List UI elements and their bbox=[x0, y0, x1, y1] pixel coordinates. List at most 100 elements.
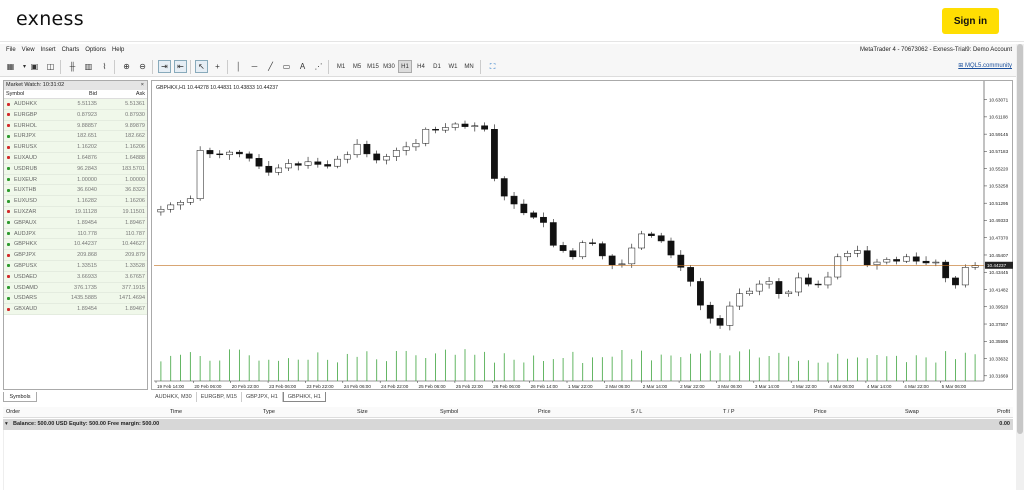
chart-tab[interactable]: GBPHKX, H1 bbox=[282, 392, 326, 402]
zoom-in-icon[interactable]: ⊕ bbox=[120, 60, 133, 73]
fibonacci-icon[interactable]: ⋰ bbox=[312, 60, 325, 73]
chart-tab[interactable]: AUDHKX, M30 bbox=[151, 392, 197, 402]
col-ask[interactable]: Ask bbox=[136, 90, 145, 99]
col-tp[interactable]: T / P bbox=[723, 407, 735, 418]
market-watch-row[interactable]: USDRUB 96.2843 183.5701 bbox=[4, 163, 147, 175]
market-watch-row[interactable]: EURJPX 182.651 182.662 bbox=[4, 131, 147, 143]
market-watch-row[interactable]: EUXAUD 1.64876 1.64888 bbox=[4, 152, 147, 164]
page-scrollbar[interactable] bbox=[1016, 44, 1024, 490]
menu-options[interactable]: Options bbox=[85, 44, 106, 57]
menu-insert[interactable]: Insert bbox=[41, 44, 56, 57]
row-ask: 0.87930 bbox=[125, 111, 145, 118]
market-watch-row[interactable]: EURUSX 1.16202 1.16206 bbox=[4, 142, 147, 153]
market-watch-row[interactable]: AUDJPX 110.778 110.787 bbox=[4, 228, 147, 240]
x-tick-label: 3 Mar 14:00 bbox=[755, 384, 780, 389]
text-icon[interactable]: A bbox=[296, 60, 309, 73]
fullscreen-icon[interactable]: ⛶ bbox=[486, 60, 499, 73]
menu-help[interactable]: Help bbox=[112, 44, 124, 57]
tf-m15[interactable]: M15 bbox=[366, 60, 380, 73]
market-watch-row[interactable]: AUDHKX 5.51135 5.51361 bbox=[4, 99, 147, 110]
market-watch-row[interactable]: GBPJPX 209.868 209.879 bbox=[4, 250, 147, 261]
tf-d1[interactable]: D1 bbox=[430, 60, 444, 73]
toolbar: ▦ ▾ ▣ ◫ ╫ ▥ ⌇ ⊕ ⊖ ⇥ ⇤ ↖ + │ ─ ╱ ▭ A ⋰ M1… bbox=[0, 57, 1016, 77]
col-swap[interactable]: Swap bbox=[905, 407, 919, 418]
col-order[interactable]: Order bbox=[6, 407, 20, 418]
tab-symbols[interactable]: Symbols bbox=[3, 392, 37, 402]
col-profit[interactable]: Profit bbox=[997, 407, 1010, 418]
tf-m30[interactable]: M30 bbox=[382, 60, 396, 73]
chart-window[interactable]: GBPHKX,H1 10.44278 10.44831 10.43833 10.… bbox=[151, 80, 1013, 390]
market-watch-row[interactable]: USDARS 1435.5885 1471.4694 bbox=[4, 293, 147, 305]
tf-h1[interactable]: H1 bbox=[398, 60, 412, 73]
chart-tab[interactable]: EURGBP, M15 bbox=[197, 392, 242, 402]
scrollbar-thumb[interactable] bbox=[1017, 44, 1023, 434]
vertical-line-icon[interactable]: │ bbox=[232, 60, 245, 73]
collapse-icon[interactable]: ▾ bbox=[5, 419, 8, 430]
sign-in-button[interactable]: Sign in bbox=[942, 8, 999, 34]
chart-shift-icon[interactable]: ⇤ bbox=[174, 60, 187, 73]
row-bid: 3.66933 bbox=[77, 273, 97, 280]
candle-body bbox=[373, 153, 381, 161]
market-watch-row[interactable]: USDAMD 376.1735 377.1915 bbox=[4, 282, 147, 294]
candlestick-icon[interactable]: ▥ bbox=[82, 60, 95, 73]
col-symbol[interactable]: Symbol bbox=[440, 407, 458, 418]
price-chart[interactable]: GBPHKX,H1 10.44278 10.44831 10.43833 10.… bbox=[152, 81, 1014, 391]
market-watch-row[interactable]: EURHOL 9.88857 9.89879 bbox=[4, 120, 147, 132]
x-tick-label: 24 Feb 22:00 bbox=[381, 384, 409, 389]
market-watch-row[interactable]: GBXAUD 1.89454 1.89467 bbox=[4, 304, 147, 315]
tf-mn[interactable]: MN bbox=[462, 60, 476, 73]
new-chart-icon[interactable]: ▦ bbox=[4, 60, 17, 73]
market-watch-row[interactable]: EUXUSD 1.16282 1.16206 bbox=[4, 196, 147, 207]
market-watch-row[interactable]: GBPHKX 10.44237 10.44627 bbox=[4, 239, 147, 251]
market-watch-row[interactable]: USDAED 3.66933 3.67657 bbox=[4, 271, 147, 283]
bar-chart-icon[interactable]: ╫ bbox=[66, 60, 79, 73]
row-symbol: EURJPX bbox=[14, 133, 36, 140]
market-watch-row[interactable]: EUXTHB 36.6040 36.8323 bbox=[4, 185, 147, 197]
horizontal-line-icon[interactable]: ─ bbox=[248, 60, 261, 73]
candle-body bbox=[814, 283, 822, 286]
chart-tab[interactable]: GBPJPX, H1 bbox=[242, 392, 283, 402]
menu-file[interactable]: File bbox=[6, 44, 16, 57]
col-time[interactable]: Time bbox=[170, 407, 182, 418]
menu-charts[interactable]: Charts bbox=[62, 44, 80, 57]
row-ask: 9.89879 bbox=[125, 122, 145, 129]
candle-body bbox=[186, 198, 194, 203]
balance-row[interactable]: ▾ Balance: 500.00 USD Equity: 500.00 Fre… bbox=[3, 419, 1013, 430]
trendline-icon[interactable]: ╱ bbox=[264, 60, 277, 73]
y-tick-label: 10.31669 bbox=[989, 374, 1009, 379]
col-price[interactable]: Price bbox=[538, 407, 551, 418]
menu-view[interactable]: View bbox=[22, 44, 35, 57]
market-watch-row[interactable]: EURGBP 0.87923 0.87930 bbox=[4, 109, 147, 121]
candle-body bbox=[275, 167, 283, 173]
tf-m5[interactable]: M5 bbox=[350, 60, 364, 73]
col-sl[interactable]: S / L bbox=[631, 407, 642, 418]
col-symbol[interactable]: Symbol bbox=[6, 90, 24, 99]
market-watch-row[interactable]: GBPUSX 1.33515 1.33528 bbox=[4, 260, 147, 272]
line-chart-icon[interactable]: ⌇ bbox=[98, 60, 111, 73]
auto-scroll-icon[interactable]: ⇥ bbox=[158, 60, 171, 73]
text-label-icon[interactable]: ▭ bbox=[280, 60, 293, 73]
exness-logo[interactable]: exness bbox=[16, 8, 84, 30]
candle-body bbox=[314, 161, 322, 165]
market-watch-row[interactable]: GBPAUX 1.89454 1.89467 bbox=[4, 217, 147, 229]
market-watch-icon[interactable]: ◫ bbox=[44, 60, 57, 73]
tf-h4[interactable]: H4 bbox=[414, 60, 428, 73]
tf-m1[interactable]: M1 bbox=[334, 60, 348, 73]
col-type[interactable]: Type bbox=[263, 407, 275, 418]
tf-w1[interactable]: W1 bbox=[446, 60, 460, 73]
row-ask: 5.51361 bbox=[125, 101, 145, 107]
market-watch-row[interactable]: EUXZAR 19.11128 19.11501 bbox=[4, 206, 147, 218]
crosshair-icon[interactable]: + bbox=[211, 60, 224, 73]
cursor-icon[interactable]: ↖ bbox=[195, 60, 208, 73]
col-size[interactable]: Size bbox=[357, 407, 368, 418]
row-ask: 182.662 bbox=[125, 133, 145, 140]
col-bid[interactable]: Bid bbox=[89, 90, 97, 99]
market-watch-row[interactable]: EUXEUR 1.00000 1.00000 bbox=[4, 174, 147, 186]
mql5-community-link[interactable]: ⊞ MQL5.community bbox=[958, 60, 1012, 73]
close-icon[interactable]: × bbox=[141, 81, 144, 90]
col-price-current[interactable]: Price bbox=[814, 407, 827, 418]
row-ask: 1.89467 bbox=[125, 306, 145, 313]
menu-bar: File View Insert Charts Options Help Met… bbox=[0, 44, 1016, 57]
zoom-out-icon[interactable]: ⊖ bbox=[136, 60, 149, 73]
profiles-icon[interactable]: ▣ bbox=[28, 60, 41, 73]
